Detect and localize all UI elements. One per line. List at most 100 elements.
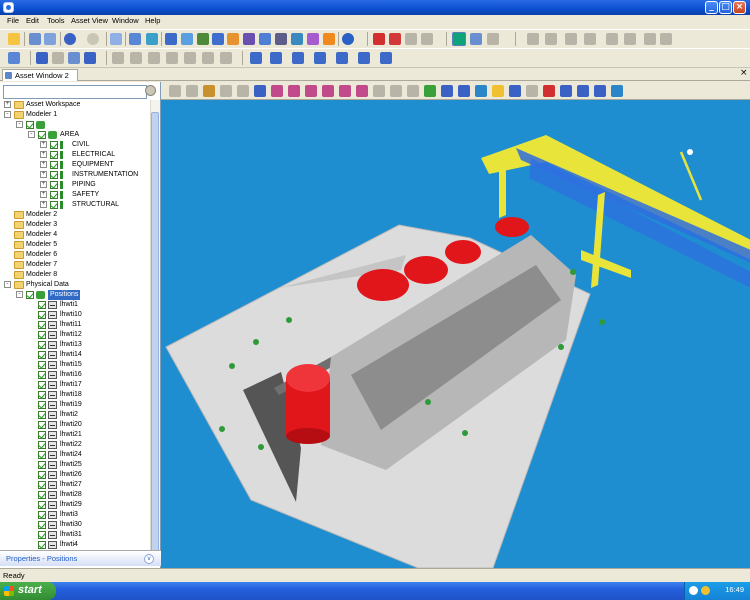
view-tool-icon[interactable]: [169, 85, 181, 97]
tree-node[interactable]: + EQUIPMENT: [4, 160, 149, 170]
menu-window[interactable]: Window: [112, 16, 139, 25]
tool-icon[interactable]: [358, 52, 370, 64]
tree-node[interactable]: lhwti30: [4, 520, 149, 530]
tree-node[interactable]: + STRUCTURAL: [4, 200, 149, 210]
tree-node[interactable]: lhwti12: [4, 330, 149, 340]
tree-node[interactable]: lhwti17: [4, 380, 149, 390]
tree-node[interactable]: lhwti16: [4, 370, 149, 380]
expand-icon[interactable]: +: [40, 141, 47, 148]
3d-viewport[interactable]: [161, 100, 750, 568]
tree-node[interactable]: + SAFETY: [4, 190, 149, 200]
tree-node[interactable]: lhwti11: [4, 320, 149, 330]
expand-icon[interactable]: +: [40, 171, 47, 178]
visibility-checkbox[interactable]: [50, 191, 58, 199]
tree-node[interactable]: lhwti22: [4, 440, 149, 450]
filter-icon[interactable]: [197, 33, 209, 45]
visibility-checkbox[interactable]: [38, 501, 46, 509]
visibility-checkbox[interactable]: [50, 151, 58, 159]
tool-icon[interactable]: [184, 52, 196, 64]
view-tool-icon[interactable]: [492, 85, 504, 97]
view-tool-icon[interactable]: [441, 85, 453, 97]
tree-node[interactable]: Modeler 6: [4, 250, 149, 260]
tool-icon[interactable]: [314, 52, 326, 64]
expand-icon[interactable]: +: [40, 191, 47, 198]
view-tool-icon[interactable]: [594, 85, 606, 97]
tree-node[interactable]: - AREA: [4, 130, 149, 140]
tool-icon[interactable]: [250, 52, 262, 64]
visibility-checkbox[interactable]: [38, 131, 46, 139]
tool-icon[interactable]: [389, 33, 401, 45]
tree-node[interactable]: lhwti20: [4, 420, 149, 430]
view-tool-icon[interactable]: [373, 85, 385, 97]
visibility-checkbox[interactable]: [38, 371, 46, 379]
visibility-checkbox[interactable]: [38, 511, 46, 519]
expand-icon[interactable]: +: [40, 151, 47, 158]
tool-icon[interactable]: [36, 52, 48, 64]
tool-icon[interactable]: [405, 33, 417, 45]
visibility-checkbox[interactable]: [38, 421, 46, 429]
tool-icon[interactable]: [380, 52, 392, 64]
tool-icon[interactable]: [270, 52, 282, 64]
tool-icon[interactable]: [527, 33, 539, 45]
collapse-icon[interactable]: -: [28, 131, 35, 138]
visibility-checkbox[interactable]: [38, 301, 46, 309]
tree-node[interactable]: Modeler 5: [4, 240, 149, 250]
expand-icon[interactable]: +: [40, 161, 47, 168]
help-icon[interactable]: [342, 33, 354, 45]
save-icon[interactable]: [44, 33, 56, 45]
visibility-checkbox[interactable]: [38, 341, 46, 349]
tree-node[interactable]: lhwti13: [4, 340, 149, 350]
tray-icon[interactable]: [689, 586, 698, 595]
view-tool-icon[interactable]: [475, 85, 487, 97]
maximize-button[interactable]: □: [719, 1, 732, 14]
tree-node[interactable]: lhwti24: [4, 450, 149, 460]
expand-icon[interactable]: +: [40, 181, 47, 188]
visibility-checkbox[interactable]: [38, 521, 46, 529]
visibility-checkbox[interactable]: [38, 321, 46, 329]
menu-edit[interactable]: Edit: [26, 16, 39, 25]
view-tool-icon[interactable]: [509, 85, 521, 97]
tree-node[interactable]: Modeler 8: [4, 270, 149, 280]
visibility-checkbox[interactable]: [50, 181, 58, 189]
tool-icon[interactable]: [220, 52, 232, 64]
tree-search-input[interactable]: [3, 85, 147, 99]
grid-icon[interactable]: [470, 33, 482, 45]
tool-icon[interactable]: [68, 52, 80, 64]
view-tool-icon[interactable]: [186, 85, 198, 97]
visibility-checkbox[interactable]: [38, 311, 46, 319]
tree-node[interactable]: lhwti28: [4, 490, 149, 500]
menu-tools[interactable]: Tools: [47, 16, 65, 25]
view-tool-icon[interactable]: [390, 85, 402, 97]
visibility-checkbox[interactable]: [38, 381, 46, 389]
tool-icon[interactable]: [84, 52, 96, 64]
visibility-checkbox[interactable]: [38, 431, 46, 439]
minimize-button[interactable]: _: [705, 1, 718, 14]
collapse-icon[interactable]: -: [4, 281, 11, 288]
visibility-checkbox[interactable]: [26, 291, 34, 299]
view-tool-icon[interactable]: [271, 85, 283, 97]
view-tool-icon[interactable]: [424, 85, 436, 97]
close-tab-icon[interactable]: ×: [740, 68, 748, 78]
tree-scrollbar-thumb[interactable]: [151, 112, 159, 557]
visibility-checkbox[interactable]: [38, 411, 46, 419]
visibility-checkbox[interactable]: [50, 141, 58, 149]
visibility-checkbox[interactable]: [38, 461, 46, 469]
tree-node[interactable]: lhwti19: [4, 400, 149, 410]
tool-icon[interactable]: [606, 33, 618, 45]
close-button[interactable]: ×: [733, 1, 746, 14]
tool-icon[interactable]: [181, 33, 193, 45]
tree-node[interactable]: lhwti27: [4, 480, 149, 490]
properties-header[interactable]: Properties - Positions v: [0, 550, 161, 566]
view-tool-icon[interactable]: [203, 85, 215, 97]
menu-file[interactable]: File: [7, 16, 19, 25]
tool-icon[interactable]: [624, 33, 636, 45]
menu-asset-view[interactable]: Asset View: [71, 16, 108, 25]
tool-icon[interactable]: [259, 33, 271, 45]
collapse-icon[interactable]: -: [4, 111, 11, 118]
tree-node[interactable]: lhwti29: [4, 500, 149, 510]
tool-icon[interactable]: [130, 52, 142, 64]
start-button[interactable]: start: [0, 582, 56, 600]
tree-node[interactable]: + ELECTRICAL: [4, 150, 149, 160]
visibility-checkbox[interactable]: [38, 331, 46, 339]
visibility-checkbox[interactable]: [38, 361, 46, 369]
